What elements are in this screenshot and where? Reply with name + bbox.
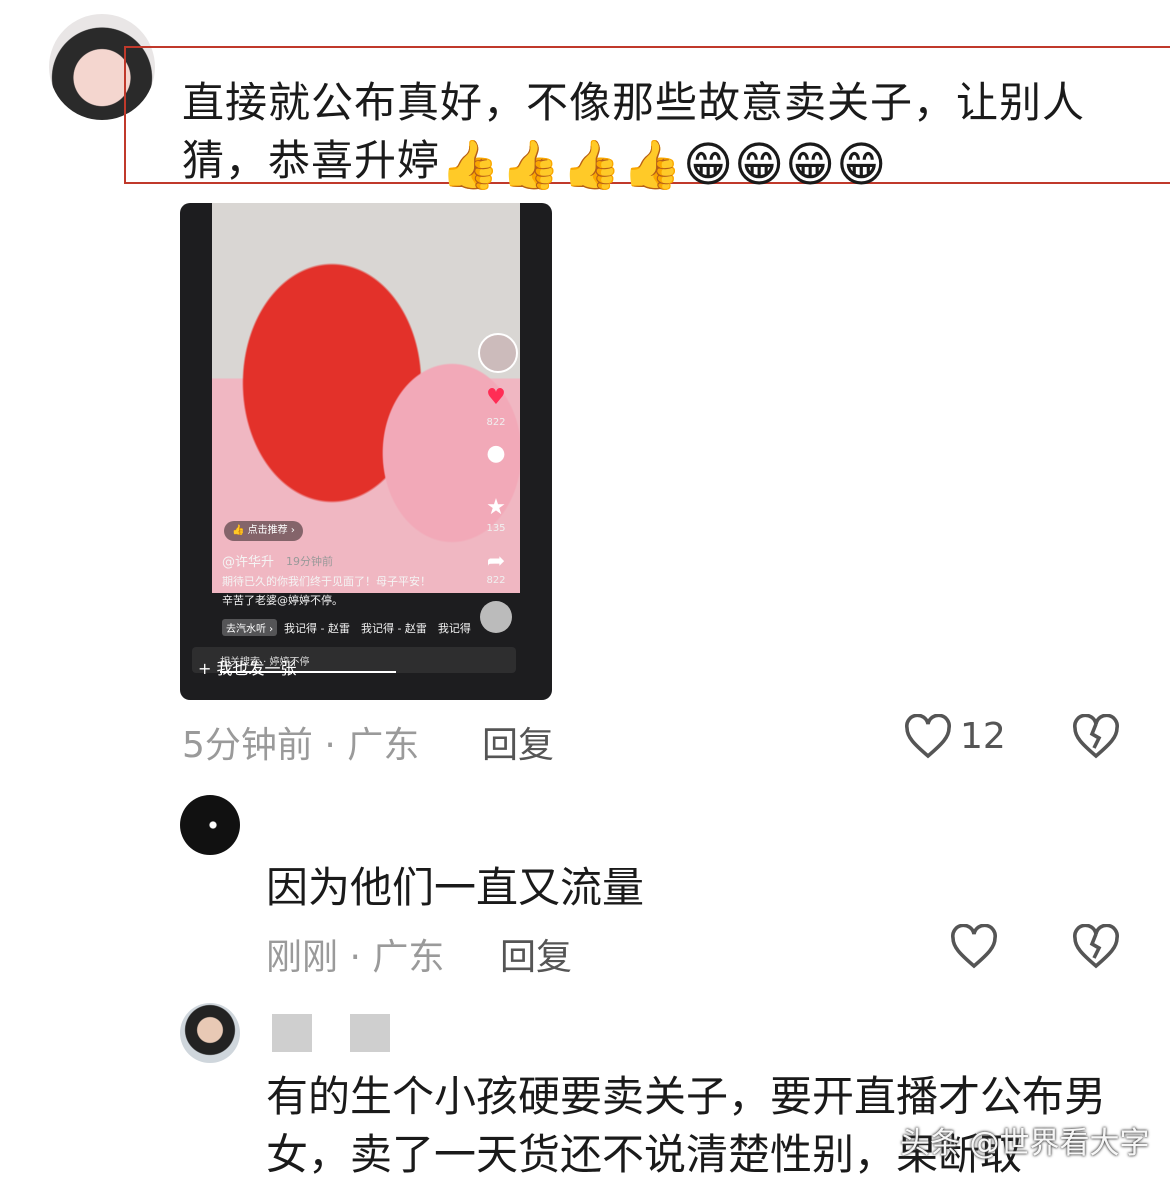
- share-icon[interactable]: ➦: [478, 549, 514, 574]
- comment-bubble-icon[interactable]: ●: [478, 441, 514, 466]
- favorite-count: 135: [486, 523, 506, 534]
- recommend-label: 点击推荐 ›: [247, 525, 295, 536]
- video-post-time: 19分钟前: [286, 555, 333, 568]
- music-tag[interactable]: 去汽水听 ›: [222, 619, 278, 636]
- reply-button[interactable]: 回复: [482, 716, 554, 768]
- user-avatar[interactable]: [180, 1003, 240, 1063]
- share-count: 822: [486, 575, 506, 586]
- emoji-icons: 👍👍👍👍😁😁😁😁: [440, 137, 888, 193]
- comment-time-location: 5分钟前 · 广东: [182, 725, 420, 766]
- like-count: 12: [960, 716, 1006, 757]
- like-heart-icon[interactable]: ♥: [478, 385, 514, 410]
- user-avatar[interactable]: [180, 795, 240, 855]
- recommend-pill[interactable]: 👍 点击推荐 ›: [224, 521, 303, 541]
- blurred-username: [272, 1014, 312, 1052]
- video-caption-line1: 期待已久的你我们终于见面了！母子平安！: [222, 575, 431, 588]
- author-avatar-icon[interactable]: [478, 333, 518, 373]
- broken-heart-icon[interactable]: [1072, 714, 1120, 760]
- comment-image[interactable]: ♥ 822 ● ★ 135 ➦ 822 👍 点击推荐 › @许华升 19分钟前 …: [180, 203, 552, 700]
- broken-heart-icon[interactable]: [1072, 924, 1120, 970]
- like-count: 822: [486, 417, 506, 428]
- comment-time-location: 刚刚 · 广东: [266, 937, 445, 978]
- comment-text: 直接就公布真好，不像那些故意卖关子，让别人猜，恭喜升婷👍👍👍👍😁😁😁😁: [182, 74, 1142, 194]
- video-progress[interactable]: [220, 671, 396, 673]
- blurred-username: [350, 1014, 390, 1052]
- heart-icon[interactable]: [950, 924, 998, 970]
- heart-icon[interactable]: [904, 714, 952, 760]
- watermark: 头条 @世界看大字: [900, 1126, 1150, 1161]
- comment-text: 因为他们一直又流量: [266, 863, 645, 912]
- thumb-icon: 👍: [232, 525, 245, 536]
- video-caption-line2: 辛苦了老婆@婷婷不停。: [222, 594, 343, 607]
- reply-button[interactable]: 回复: [500, 928, 572, 980]
- music-disc-icon[interactable]: [480, 601, 512, 633]
- video-author[interactable]: @许华升: [222, 551, 274, 570]
- music-line: 我记得 - 赵雷 我记得 - 赵雷 我记得: [284, 622, 471, 635]
- star-icon[interactable]: ★: [478, 495, 514, 520]
- add-post-label[interactable]: + 我也发一张: [198, 655, 297, 679]
